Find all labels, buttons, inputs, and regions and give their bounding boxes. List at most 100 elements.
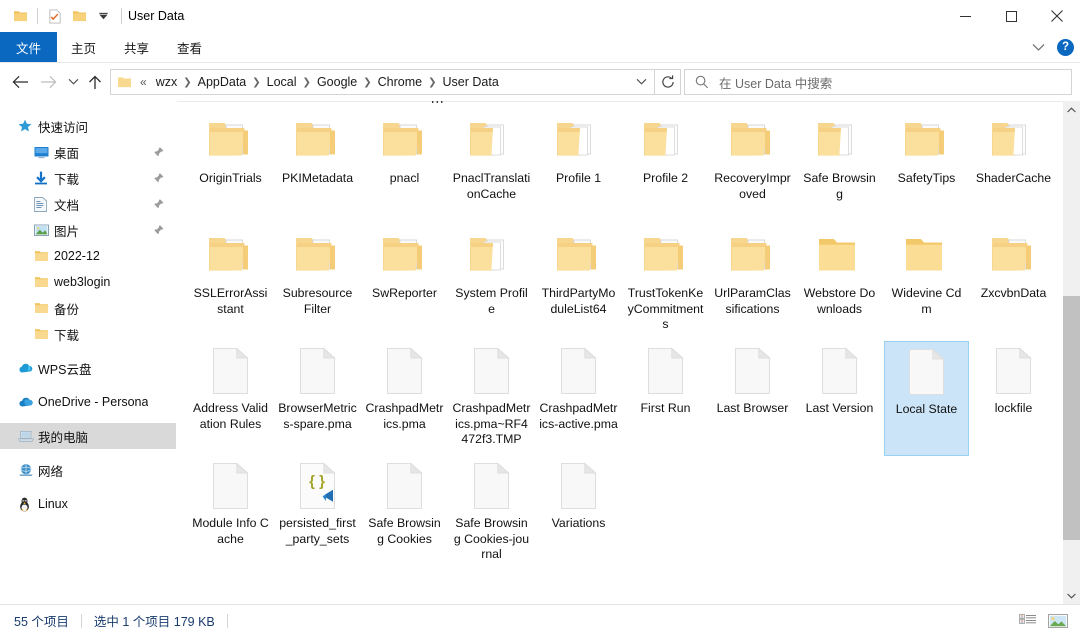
file-item[interactable]: Subresource Filter — [275, 226, 360, 341]
file-item[interactable]: CrashpadMetrics.pma~RF4472f3.TMP — [449, 341, 534, 456]
file-item[interactable]: CrashpadMetrics.pma — [362, 341, 447, 456]
sidebar-item-pictures[interactable]: 图片 — [0, 217, 176, 243]
scrollbar-track[interactable] — [1063, 118, 1080, 587]
recent-locations-chevron-icon[interactable] — [62, 68, 84, 96]
sidebar-item-backup[interactable]: 备份 — [0, 295, 176, 321]
file-item[interactable]: Safe Browsing — [797, 111, 882, 226]
sidebar-item-downloads[interactable]: 下载 — [0, 165, 176, 191]
breadcrumb-overflow[interactable]: « — [136, 75, 151, 89]
folder-plain-icon — [815, 232, 865, 284]
chevron-down-icon[interactable] — [1027, 36, 1049, 58]
file-item[interactable]: PnaclTranslationCache — [449, 111, 534, 226]
file-item[interactable]: TrustTokenKeyCommitments — [623, 226, 708, 341]
sidebar-item-wps-cloud[interactable]: WPS云盘 — [0, 355, 176, 381]
vertical-scrollbar[interactable] — [1063, 101, 1080, 604]
scrollbar-thumb[interactable] — [1063, 296, 1080, 540]
pin-icon[interactable] — [153, 199, 164, 210]
file-item[interactable]: SwReporter — [362, 226, 447, 341]
pin-icon[interactable] — [153, 173, 164, 184]
tab-share[interactable]: 共享 — [110, 32, 163, 62]
close-button[interactable] — [1034, 0, 1080, 32]
scroll-up-button[interactable] — [1063, 101, 1080, 118]
file-item[interactable]: Profile 2 — [623, 111, 708, 226]
file-item[interactable]: SSLErrorAssistant — [188, 226, 273, 341]
folder-icon[interactable] — [8, 4, 32, 28]
file-item[interactable]: Address Validation Rules — [188, 341, 273, 456]
sidebar-item-desktop[interactable]: 桌面 — [0, 139, 176, 165]
arrow-left-icon[interactable] — [6, 68, 34, 96]
address-bar[interactable]: « wzx ❯ AppData ❯ Local ❯ Google ❯ Chrom… — [110, 69, 655, 95]
breadcrumb-item-user-data[interactable]: User Data — [438, 73, 504, 91]
breadcrumb-separator-icon[interactable]: ❯ — [302, 77, 312, 88]
file-item[interactable]: Widevine Cdm — [884, 226, 969, 341]
details-view-icon[interactable] — [1016, 610, 1040, 632]
file-item-label: persisted_first_party_sets — [278, 516, 357, 547]
file-item[interactable]: System Profile — [449, 226, 534, 341]
search-input[interactable]: 在 User Data 中搜索 — [719, 73, 832, 92]
file-item-label: SwReporter — [365, 286, 444, 302]
file-item[interactable]: PKIMetadata — [275, 111, 360, 226]
breadcrumb-separator-icon[interactable]: ❯ — [362, 77, 372, 88]
breadcrumb-item-google[interactable]: Google — [312, 73, 362, 91]
window-controls — [942, 0, 1080, 32]
file-item[interactable]: Module Info Cache — [188, 456, 273, 584]
sidebar-item-documents[interactable]: 文档 — [0, 191, 176, 217]
scroll-down-button[interactable] — [1063, 587, 1080, 604]
customize-chevron-icon[interactable] — [91, 4, 115, 28]
file-item[interactable]: BrowserMetrics-spare.pma — [275, 341, 360, 456]
file-item[interactable]: Webstore Downloads — [797, 226, 882, 341]
file-item[interactable]: ThirdPartyModuleList64 — [536, 226, 621, 341]
tab-file[interactable]: 文件 — [0, 32, 57, 62]
file-item[interactable]: RecoveryImproved — [710, 111, 795, 226]
file-item[interactable]: Profile 1 — [536, 111, 621, 226]
maximize-button[interactable] — [988, 0, 1034, 32]
breadcrumb-item-wzx[interactable]: wzx — [151, 73, 183, 91]
sidebar-item-downloads-folder[interactable]: 下载 — [0, 321, 176, 347]
tab-home[interactable]: 主页 — [57, 32, 110, 62]
file-item[interactable]: ZxcvbnData — [971, 226, 1056, 341]
new-folder-icon[interactable] — [67, 4, 91, 28]
file-item[interactable]: Variations — [536, 456, 621, 584]
tab-view[interactable]: 查看 — [163, 32, 216, 62]
sidebar-item-web3login[interactable]: web3login — [0, 269, 176, 295]
sidebar-item-network[interactable]: 网络 — [0, 457, 176, 483]
file-item-selected[interactable]: Local State — [884, 341, 969, 456]
file-item-label: Module Info Cache — [191, 516, 270, 547]
file-grid[interactable]: OriginTrials PKIMetadata pnacl PnaclTran… — [177, 111, 1063, 604]
sidebar-item-onedrive[interactable]: OneDrive - Persona — [0, 389, 176, 415]
breadcrumb-item-chrome[interactable]: Chrome — [373, 73, 427, 91]
help-button[interactable]: ? — [1057, 39, 1074, 56]
file-item[interactable]: SafetyTips — [884, 111, 969, 226]
pin-icon[interactable] — [153, 225, 164, 236]
file-item[interactable]: ShaderCache — [971, 111, 1056, 226]
file-item[interactable]: First Run — [623, 341, 708, 456]
breadcrumb-item-appdata[interactable]: AppData — [193, 73, 252, 91]
sidebar-item-quick-access[interactable]: 快速访问 — [0, 113, 176, 139]
search-box[interactable]: 在 User Data 中搜索 — [684, 69, 1072, 95]
file-item[interactable]: Safe Browsing Cookies — [362, 456, 447, 584]
file-item[interactable]: CrashpadMetrics-active.pma — [536, 341, 621, 456]
file-item[interactable]: Safe Browsing Cookies-journal — [449, 456, 534, 584]
properties-icon[interactable] — [43, 4, 67, 28]
arrow-up-icon[interactable] — [84, 68, 106, 96]
file-item[interactable]: Last Browser — [710, 341, 795, 456]
file-item[interactable]: lockfile — [971, 341, 1056, 456]
file-item[interactable]: Last Version — [797, 341, 882, 456]
breadcrumb-separator-icon[interactable]: ❯ — [427, 77, 437, 88]
sidebar-item-2022-12[interactable]: 2022-12 — [0, 243, 176, 269]
sidebar-item-this-pc[interactable]: 我的电脑 — [0, 423, 176, 449]
breadcrumb-separator-icon[interactable]: ❯ — [182, 77, 192, 88]
breadcrumb-separator-icon[interactable]: ❯ — [251, 77, 261, 88]
minimize-button[interactable] — [942, 0, 988, 32]
file-item[interactable]: OriginTrials — [188, 111, 273, 226]
arrow-right-icon[interactable] — [34, 68, 62, 96]
sidebar-item-linux[interactable]: Linux — [0, 491, 176, 517]
large-icons-view-icon[interactable] — [1046, 610, 1070, 632]
breadcrumb-item-local[interactable]: Local — [262, 73, 302, 91]
refresh-button[interactable] — [655, 69, 681, 95]
address-dropdown-icon[interactable] — [630, 70, 652, 94]
pin-icon[interactable] — [153, 147, 164, 158]
file-item[interactable]: pnacl — [362, 111, 447, 226]
file-item[interactable]: { } persisted_first_party_sets — [275, 456, 360, 584]
file-item[interactable]: UrlParamClassifications — [710, 226, 795, 341]
